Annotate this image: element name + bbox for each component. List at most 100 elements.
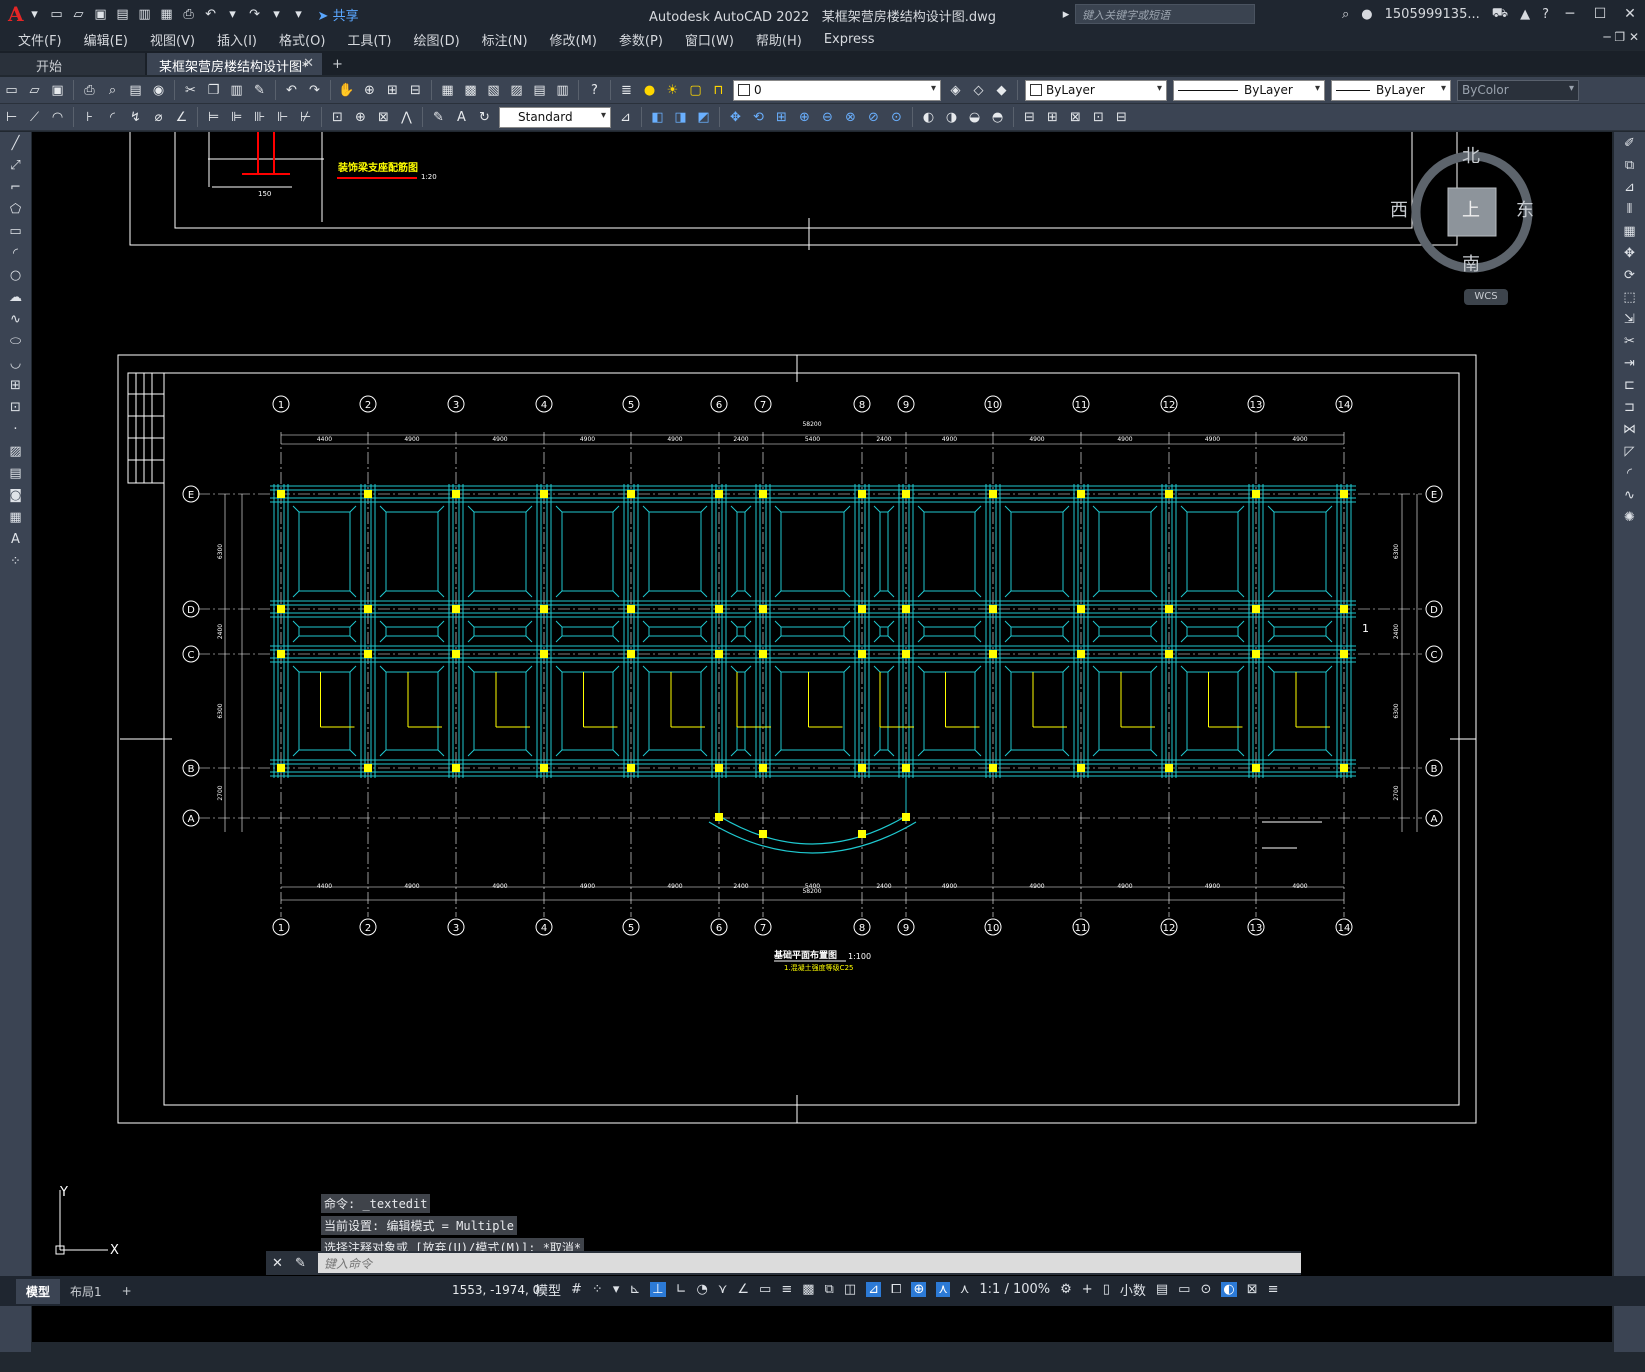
copy-icon[interactable]: ❐ xyxy=(203,80,224,101)
command-customize-icon[interactable]: ✎ xyxy=(290,1253,311,1274)
close-icon[interactable]: ✕ xyxy=(1615,6,1645,22)
undo-arrow-icon[interactable]: ▾ xyxy=(223,4,243,24)
dim-arc-icon[interactable]: ◠ xyxy=(47,107,68,128)
quick-properties-icon[interactable]: ▤ xyxy=(1156,1282,1168,1297)
viewcube-top-face[interactable]: 上 xyxy=(1462,196,1480,222)
menu-insert[interactable]: 插入(I) xyxy=(217,30,257,49)
redo-arrow-icon[interactable]: ▾ xyxy=(267,4,287,24)
dim-break-icon[interactable]: ⊬ xyxy=(295,107,316,128)
dim-update-icon[interactable]: ↻ xyxy=(474,107,495,128)
isodraft-icon[interactable]: ⋎ xyxy=(718,1282,728,1297)
dim-space-icon[interactable]: ⊩ xyxy=(272,107,293,128)
tab-layout1[interactable]: 布局1 xyxy=(60,1279,112,1304)
dim-baseline-icon[interactable]: ⊫ xyxy=(226,107,247,128)
ortho-icon[interactable]: ∟ xyxy=(676,1282,687,1297)
sheet-set-icon[interactable]: ▨ xyxy=(506,80,527,101)
menu-parametric[interactable]: 参数(P) xyxy=(619,30,663,49)
osnap-icon[interactable]: ▭ xyxy=(759,1282,771,1297)
undo-icon[interactable]: ↶ xyxy=(201,4,221,24)
insert-block-icon[interactable]: ⊞ xyxy=(0,374,31,396)
polar-icon[interactable]: ◔ xyxy=(697,1282,708,1297)
tab-close-icon[interactable]: ✕ xyxy=(303,56,314,71)
share-button[interactable]: ➤ 共享 xyxy=(318,5,359,24)
taper-faces-icon[interactable]: ⊠ xyxy=(1065,107,1086,128)
polyline-icon[interactable]: ⌐ xyxy=(0,176,31,198)
dim-text-edit-icon[interactable]: A xyxy=(451,107,472,128)
compass-east[interactable]: 东 xyxy=(1516,196,1534,222)
section-plane-icon[interactable]: ⊙ xyxy=(886,107,907,128)
extrude-faces-icon[interactable]: ⊞ xyxy=(1042,107,1063,128)
layer-unlock-icon[interactable]: ⊓ xyxy=(708,80,729,101)
save-icon[interactable]: ▣ xyxy=(91,4,111,24)
linetype-dropdown[interactable]: ByLayer ▾ xyxy=(1173,79,1325,101)
saveas-icon[interactable]: ▤ xyxy=(113,4,133,24)
dim-aligned-icon[interactable]: ⟋ xyxy=(24,107,45,128)
open-file-icon[interactable]: ▱ xyxy=(24,80,45,101)
print-icon[interactable]: ⎙ xyxy=(79,80,100,101)
polygon-icon[interactable]: ⬠ xyxy=(0,198,31,220)
trim-icon[interactable]: ✂ xyxy=(1614,330,1645,352)
gizmo-icon[interactable]: ⊕ xyxy=(911,1282,927,1297)
lock-ui-icon[interactable]: ▭ xyxy=(1178,1282,1190,1297)
dim-continue-icon[interactable]: ⊪ xyxy=(249,107,270,128)
separate-icon[interactable]: ⊟ xyxy=(1111,107,1132,128)
menu-help[interactable]: 帮助(H) xyxy=(756,30,802,49)
offset-icon[interactable]: ⫴ xyxy=(1614,198,1645,220)
ellipse-icon[interactable]: ⬭ xyxy=(0,330,31,352)
layer-states-icon[interactable]: ◆ xyxy=(991,80,1012,101)
arc-icon[interactable]: ◜ xyxy=(0,242,31,264)
publish-icon[interactable]: ▤ xyxy=(125,80,146,101)
make-current-layer-icon[interactable]: ◈ xyxy=(945,80,966,101)
mtext-icon[interactable]: A xyxy=(0,528,31,550)
chamfer-icon[interactable]: ◸ xyxy=(1614,440,1645,462)
array-icon[interactable]: ▦ xyxy=(1614,220,1645,242)
zoom-previous-icon[interactable]: ⊟ xyxy=(405,80,426,101)
save-web-icon[interactable]: ▦ xyxy=(157,4,177,24)
menu-modify[interactable]: 修改(M) xyxy=(550,30,597,49)
subtract-icon[interactable]: ⊖ xyxy=(817,107,838,128)
plot-icon[interactable]: ⎙ xyxy=(179,4,199,24)
extend-icon[interactable]: ⇥ xyxy=(1614,352,1645,374)
construction-line-icon[interactable]: ⤢ xyxy=(0,154,31,176)
maximize-icon[interactable]: ☐ xyxy=(1585,6,1615,22)
union-icon[interactable]: ⊕ xyxy=(794,107,815,128)
break-icon[interactable]: ⊐ xyxy=(1614,396,1645,418)
tab-model[interactable]: 模型 xyxy=(16,1278,61,1304)
minimize-icon[interactable]: ─ xyxy=(1555,6,1585,22)
extract-edges-icon[interactable]: ◓ xyxy=(987,107,1008,128)
command-input[interactable]: 键入命令 xyxy=(318,1253,1301,1273)
menu-view[interactable]: 视图(V) xyxy=(150,30,195,49)
dim-linear-icon[interactable]: ⊢ xyxy=(1,107,22,128)
print-preview-icon[interactable]: ⌕ xyxy=(102,80,123,101)
box-icon[interactable]: ◧ xyxy=(647,107,668,128)
fillet-edge-icon[interactable]: ◑ xyxy=(941,107,962,128)
add-layout-icon[interactable]: + xyxy=(112,1280,142,1302)
line-icon[interactable]: ╱ xyxy=(0,132,31,154)
dim-angular-icon[interactable]: ∠ xyxy=(171,107,192,128)
viewcube[interactable]: 北 南 东 西 上 xyxy=(1390,146,1534,275)
units-icon[interactable]: ▯ xyxy=(1103,1282,1110,1297)
3d-osnap-icon[interactable]: ◫ xyxy=(844,1282,856,1297)
autocad-logo[interactable]: A xyxy=(8,2,24,26)
extrude-icon[interactable]: ◨ xyxy=(670,107,691,128)
units-value[interactable]: 小数 xyxy=(1120,1280,1146,1299)
zoom-window-icon[interactable]: ⊞ xyxy=(382,80,403,101)
menu-file[interactable]: 文件(F) xyxy=(18,30,62,49)
gradient-icon[interactable]: ▤ xyxy=(0,462,31,484)
menu-edit[interactable]: 编辑(E) xyxy=(84,30,128,49)
erase-icon[interactable]: ✐ xyxy=(1614,132,1645,154)
slice-icon[interactable]: ⊘ xyxy=(863,107,884,128)
hardware-accel-icon[interactable]: ◐ xyxy=(1221,1282,1237,1297)
command-close-icon[interactable]: ✕ xyxy=(267,1253,288,1274)
dimstyle-manager-icon[interactable]: ⊿ xyxy=(615,107,636,128)
spline-icon[interactable]: ∿ xyxy=(0,308,31,330)
menu-draw[interactable]: 绘图(D) xyxy=(414,30,460,49)
fillet-icon[interactable]: ◜ xyxy=(1614,462,1645,484)
user-name[interactable]: 1505999135... xyxy=(1385,7,1480,22)
ellipse-arc-icon[interactable]: ◡ xyxy=(0,352,31,374)
quick-dim-icon[interactable]: ⊨ xyxy=(203,107,224,128)
layer-thaw-icon[interactable]: ☀ xyxy=(662,80,683,101)
cut-icon[interactable]: ✂ xyxy=(180,80,201,101)
solid-edit-icon[interactable]: ⊟ xyxy=(1019,107,1040,128)
move-icon[interactable]: ✥ xyxy=(1614,242,1645,264)
